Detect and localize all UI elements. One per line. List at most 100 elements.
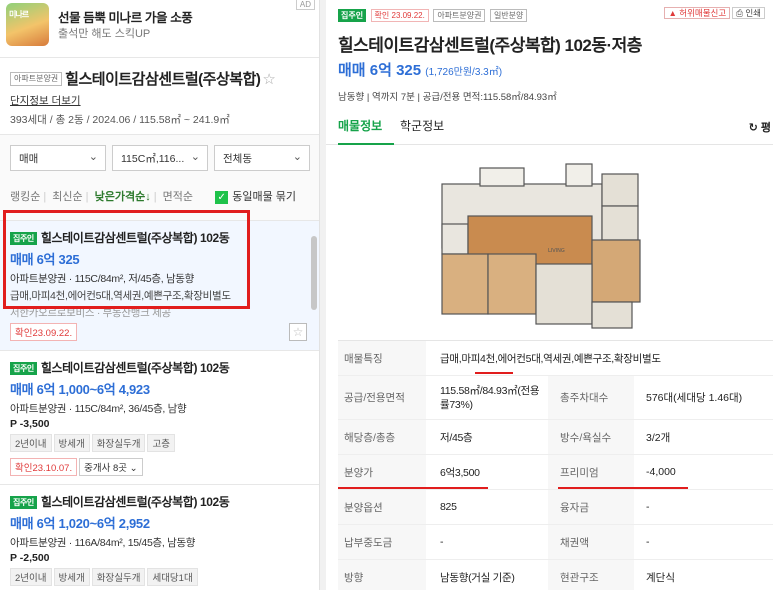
sort-separator: | — [153, 191, 157, 203]
chevron-down-icon: ⌄ — [292, 151, 302, 163]
info-label: 현관구조 — [548, 560, 634, 590]
listing-info-table: 매물특징 급매,마피4천,에어컨5대,역세권,예쁜구조,확장비별도 공급/전용면… — [338, 340, 773, 590]
tab-school-info[interactable]: 학군정보 — [400, 117, 444, 134]
info-value: 825 — [440, 501, 457, 513]
highlight-underline — [558, 487, 688, 489]
area-select[interactable]: 115C㎡,116... ⌄ — [112, 145, 208, 171]
report-button[interactable]: ▲ 허위매물신고 — [664, 7, 731, 19]
sort-ranking[interactable]: 랭킹순 — [10, 191, 40, 203]
building-value: 전체동 — [223, 153, 252, 165]
detail-summary: 남동향 | 역까지 7분 | 공급/전용 면적:115.58㎡/84.93㎡ — [338, 92, 557, 103]
complex-name: 힐스테이트감삼센트럴(주상복합) — [65, 71, 261, 88]
listing-price: 매매 6억 1,020~6억 2,952 — [10, 516, 150, 531]
info-value: 계단식 — [646, 571, 675, 584]
ad-title: 선물 듬뿍 미나르 가을 소풍 — [58, 11, 193, 25]
feature-tag: 2년이내 — [10, 434, 52, 452]
listing-panel: 미나르 선물 듬뿍 미나르 가을 소풍 출석만 해도 스킥UP AD 아파트분양… — [0, 0, 320, 590]
sort-separator: | — [85, 191, 89, 203]
listing-spec: 아파트분양권 · 115C/84m², 36/45층, 남향 — [10, 403, 187, 415]
info-row-floor: 해당층/총층 저/45층 방수/욕실수 3/2개 — [338, 420, 773, 455]
printer-icon: ⎙ — [736, 8, 743, 18]
sort-low-price[interactable]: 낮은가격순↓ — [95, 191, 151, 203]
listing-premium: P -2,500 — [10, 552, 50, 564]
complex-type-tag: 아파트분양권 — [10, 71, 63, 86]
info-row-area: 공급/전용면적 115.58㎡/84.93㎡(전용률73%) 총주차대수 576… — [338, 376, 773, 420]
confirm-date: 확인23.10.07. — [10, 458, 78, 476]
same-listing-checkbox[interactable]: ✓ 동일매물 묶기 — [215, 188, 299, 204]
info-value: - — [646, 536, 650, 548]
chevron-down-icon: ⌄ — [88, 151, 98, 163]
info-value: -4,000 — [646, 466, 676, 478]
info-label: 해당층/총층 — [338, 420, 426, 454]
building-select[interactable]: 전체동 ⌄ — [214, 145, 310, 171]
detail-header: 집주인 확인 23.09.22. 아파트분양권 일반분양 ▲ 허위매물신고 ⎙ 인… — [326, 0, 773, 103]
agency-count-dropdown[interactable]: 중개사 8곳 ⌄ — [79, 458, 143, 476]
same-listing-label: 동일매물 묶기 — [232, 191, 296, 203]
print-button[interactable]: ⎙ 인쇄 — [732, 7, 765, 19]
info-row-option: 분양옵션 825 융자금 - — [338, 490, 773, 525]
tab-listing-info[interactable]: 매물정보 — [338, 117, 382, 134]
floor-plan-image[interactable]: LIVING — [326, 146, 773, 338]
type-tag: 아파트분양권 — [433, 9, 486, 23]
listing-tags: 2년이내 방세개 화장실두개 고층 — [10, 434, 309, 452]
complex-summary: 아파트분양권 힐스테이트감삼센트럴(주상복합) ☆ 단지정보 더보기 393세대 /… — [0, 58, 319, 135]
listing-premium: P -3,500 — [10, 418, 50, 430]
listing-card[interactable]: 집주인 힐스테이트감삼센트럴(주상복합) 102동 매매 6억 1,000~6억 … — [0, 351, 319, 485]
info-value: 급매,마피4천,에어컨5대,역세권,예쁜구조,확장비별도 — [440, 352, 661, 365]
info-value: 576대(세대당 1.46대) — [646, 392, 743, 404]
confirm-tag: 확인 23.09.22. — [370, 9, 429, 23]
print-label: 인쇄 — [745, 8, 761, 18]
sort-latest[interactable]: 최신순 — [52, 191, 82, 203]
confirm-date: 확인23.09.22. — [10, 323, 78, 341]
trade-type-select[interactable]: 매매 ⌄ — [10, 145, 106, 171]
ad-badge: AD — [295, 0, 315, 10]
chevron-down-icon: ⌄ — [190, 151, 200, 163]
detail-actions: ▲ 허위매물신고 ⎙ 인쇄 — [664, 7, 765, 19]
feature-tag: 화장실두개 — [91, 434, 146, 452]
ad-thumbnail: 미나르 — [6, 3, 49, 46]
check-icon: ✓ — [215, 190, 229, 204]
info-row-price: 분양가 6억3,500 프리미엄 -4,000 — [338, 455, 773, 490]
info-value: - — [646, 501, 650, 513]
detail-title: 힐스테이트감삼센트럴(주상복합) 102동·저층 — [338, 36, 642, 55]
feature-tag: 고층 — [147, 434, 175, 452]
listing-card[interactable]: 집주인 힐스테이트감삼센트럴(주상복합) 102동 매매 6억 1,020~6억 … — [0, 485, 319, 590]
siren-icon: ▲ — [668, 8, 677, 18]
scrollbar[interactable] — [311, 236, 317, 310]
info-value: 3/2개 — [646, 431, 671, 444]
info-label: 방향 — [338, 560, 426, 590]
sort-bar: 랭킹순 | 최신순 | 낮은가격순↓ | 면적순 ✓ 동일매물 묶기 — [10, 188, 310, 204]
feature-tag: 방세개 — [53, 434, 90, 452]
feature-tag: 방세개 — [53, 568, 90, 586]
feature-tag: 2년이내 — [10, 568, 52, 586]
info-label: 분양옵션 — [338, 490, 426, 524]
info-value: 115.58㎡/84.93㎡(전용률73%) — [440, 384, 540, 411]
info-label: 매물특징 — [338, 341, 426, 375]
ad-subtitle: 출석만 해도 스킥UP — [58, 28, 151, 40]
highlight-box — [3, 210, 250, 309]
listing-spec: 아파트분양권 · 116A/84m², 15/45층, 남동향 — [10, 537, 196, 549]
detail-price-value: 매매 6억 325 — [338, 62, 422, 79]
favorite-star-icon[interactable]: ☆ — [262, 70, 275, 88]
report-label: 허위매물신고 — [679, 8, 727, 18]
info-label: 공급/전용면적 — [338, 376, 426, 419]
info-label: 프리미엄 — [548, 455, 634, 489]
trade-type-value: 매매 — [19, 153, 39, 165]
area-unit-toggle[interactable]: ↻ 평 — [749, 119, 771, 135]
favorite-star-icon[interactable]: ☆ — [289, 323, 307, 341]
kind-tag: 일반분양 — [489, 9, 528, 23]
complex-info-link[interactable]: 단지정보 더보기 — [10, 93, 309, 108]
listing-name: 힐스테이트감삼센트럴(주상복합) 102동 — [40, 495, 230, 509]
listing-name: 힐스테이트감삼센트럴(주상복합) 102동 — [40, 361, 230, 375]
active-tab-underline — [338, 143, 394, 145]
ad-banner[interactable]: 미나르 선물 듬뿍 미나르 가을 소풍 출석만 해도 스킥UP AD — [0, 0, 319, 58]
info-row-payment: 납부중도금 - 채권액 - — [338, 525, 773, 560]
detail-tabs: 매물정보 학군정보 ↻ 평 — [326, 107, 773, 145]
area-value: 115C㎡,116... — [121, 153, 185, 165]
highlight-underline — [338, 487, 488, 489]
filter-bar: 매매 ⌄ 115C㎡,116... ⌄ 전체동 ⌄ 랭킹순 | 최신순 | 낮은가격순↓ |… — [0, 135, 319, 221]
info-label: 채권액 — [548, 525, 634, 559]
sort-area[interactable]: 면적순 — [163, 191, 193, 203]
info-value: 6억3,500 — [440, 466, 480, 479]
highlight-underline — [475, 372, 513, 374]
